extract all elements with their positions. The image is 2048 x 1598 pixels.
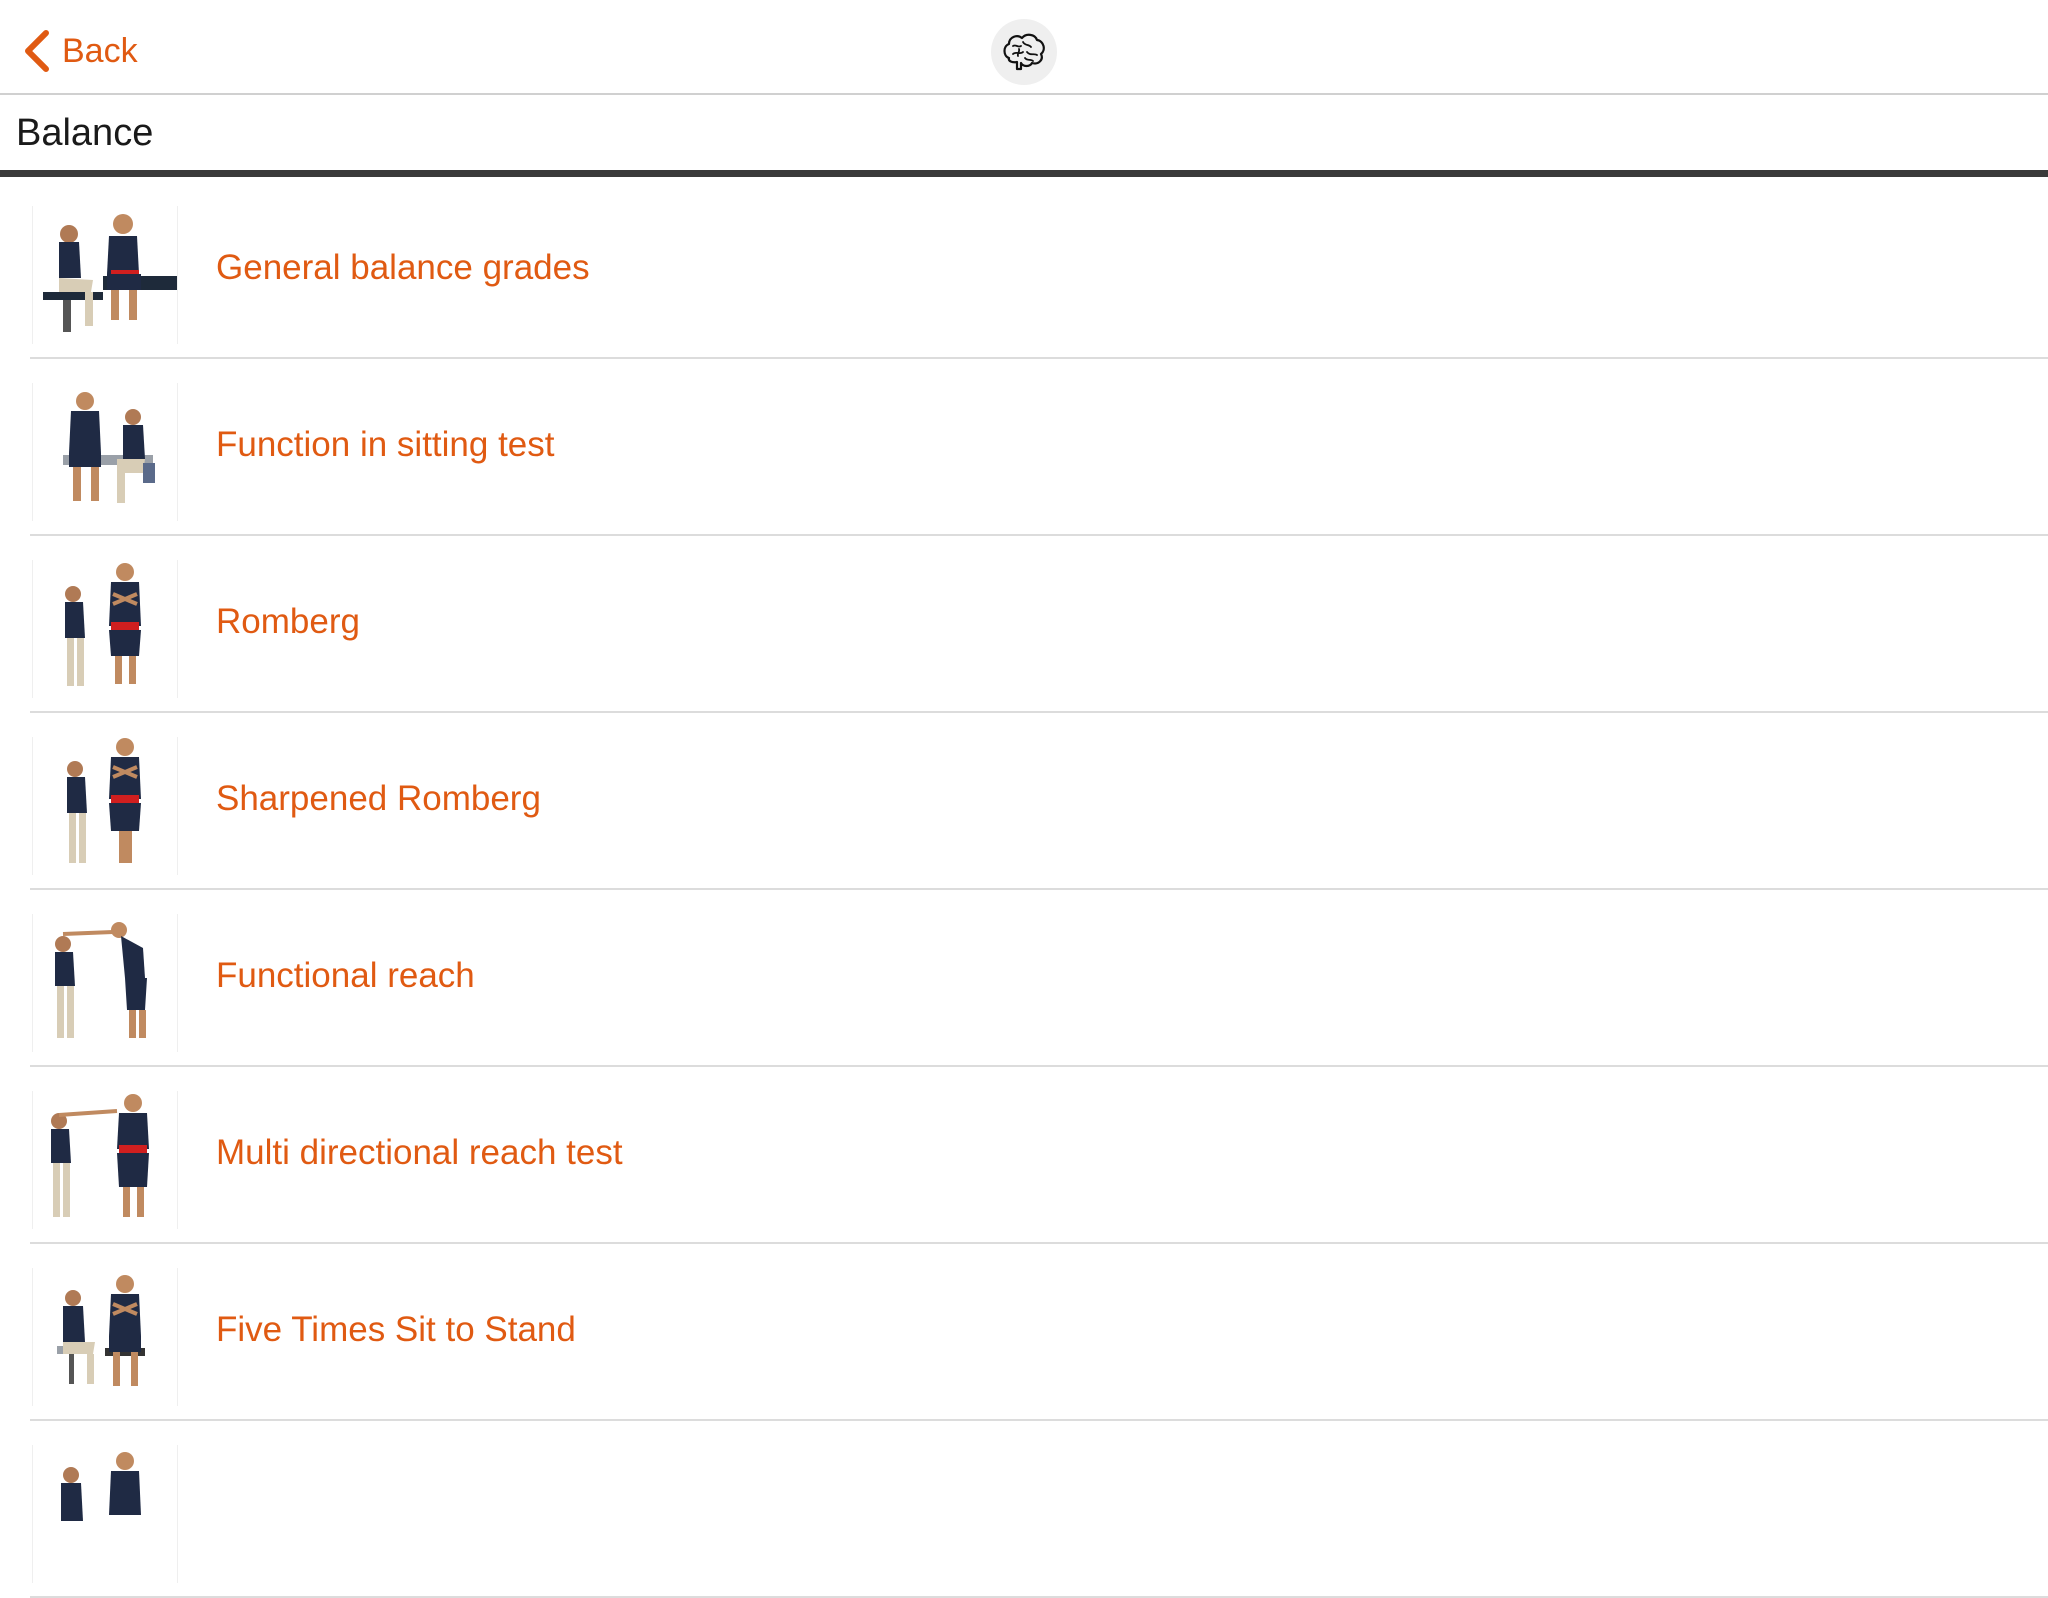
chevron-left-icon bbox=[25, 30, 49, 72]
list-item-label: Functional reach bbox=[216, 956, 475, 995]
list-item-sharpened-romberg[interactable]: Sharpened Romberg bbox=[0, 713, 2048, 890]
standing-pair-arms-crossed-thumbnail bbox=[32, 560, 178, 698]
sit-to-stand-pair-thumbnail bbox=[32, 1268, 178, 1406]
seated-pair-table-thumbnail bbox=[32, 206, 178, 344]
list-item-label: Function in sitting test bbox=[216, 425, 555, 464]
brain-icon bbox=[991, 19, 1057, 85]
seated-pair-thumbnail bbox=[32, 383, 178, 521]
list-item-multi-directional-reach-test[interactable]: Multi directional reach test bbox=[0, 1067, 2048, 1244]
list-item-general-balance-grades[interactable]: General balance grades bbox=[0, 182, 2048, 359]
back-button[interactable]: Back bbox=[22, 26, 138, 76]
list-item-label: Romberg bbox=[216, 602, 360, 641]
standing-pair-tandem-thumbnail bbox=[32, 737, 178, 875]
section-header: Balance bbox=[0, 95, 2048, 177]
navigation-bar: Back bbox=[0, 0, 2048, 95]
list-item-romberg[interactable]: Romberg bbox=[0, 536, 2048, 713]
list-item-functional-reach[interactable]: Functional reach bbox=[0, 890, 2048, 1067]
balance-test-list: General balance grades Function in sitti… bbox=[0, 182, 2048, 1598]
lateral-reach-thumbnail bbox=[32, 1091, 178, 1229]
list-item-partial[interactable] bbox=[0, 1421, 2048, 1598]
standing-pair-thumbnail bbox=[32, 1445, 178, 1583]
back-label: Back bbox=[62, 31, 138, 70]
list-item-function-in-sitting-test[interactable]: Function in sitting test bbox=[0, 359, 2048, 536]
section-title: Balance bbox=[16, 112, 154, 154]
list-item-label: Multi directional reach test bbox=[216, 1133, 623, 1172]
list-item-label: Sharpened Romberg bbox=[216, 779, 541, 818]
list-item-five-times-sit-to-stand[interactable]: Five Times Sit to Stand bbox=[0, 1244, 2048, 1421]
list-item-label: Five Times Sit to Stand bbox=[216, 1310, 576, 1349]
forward-reach-thumbnail bbox=[32, 914, 178, 1052]
list-item-label: General balance grades bbox=[216, 248, 590, 287]
